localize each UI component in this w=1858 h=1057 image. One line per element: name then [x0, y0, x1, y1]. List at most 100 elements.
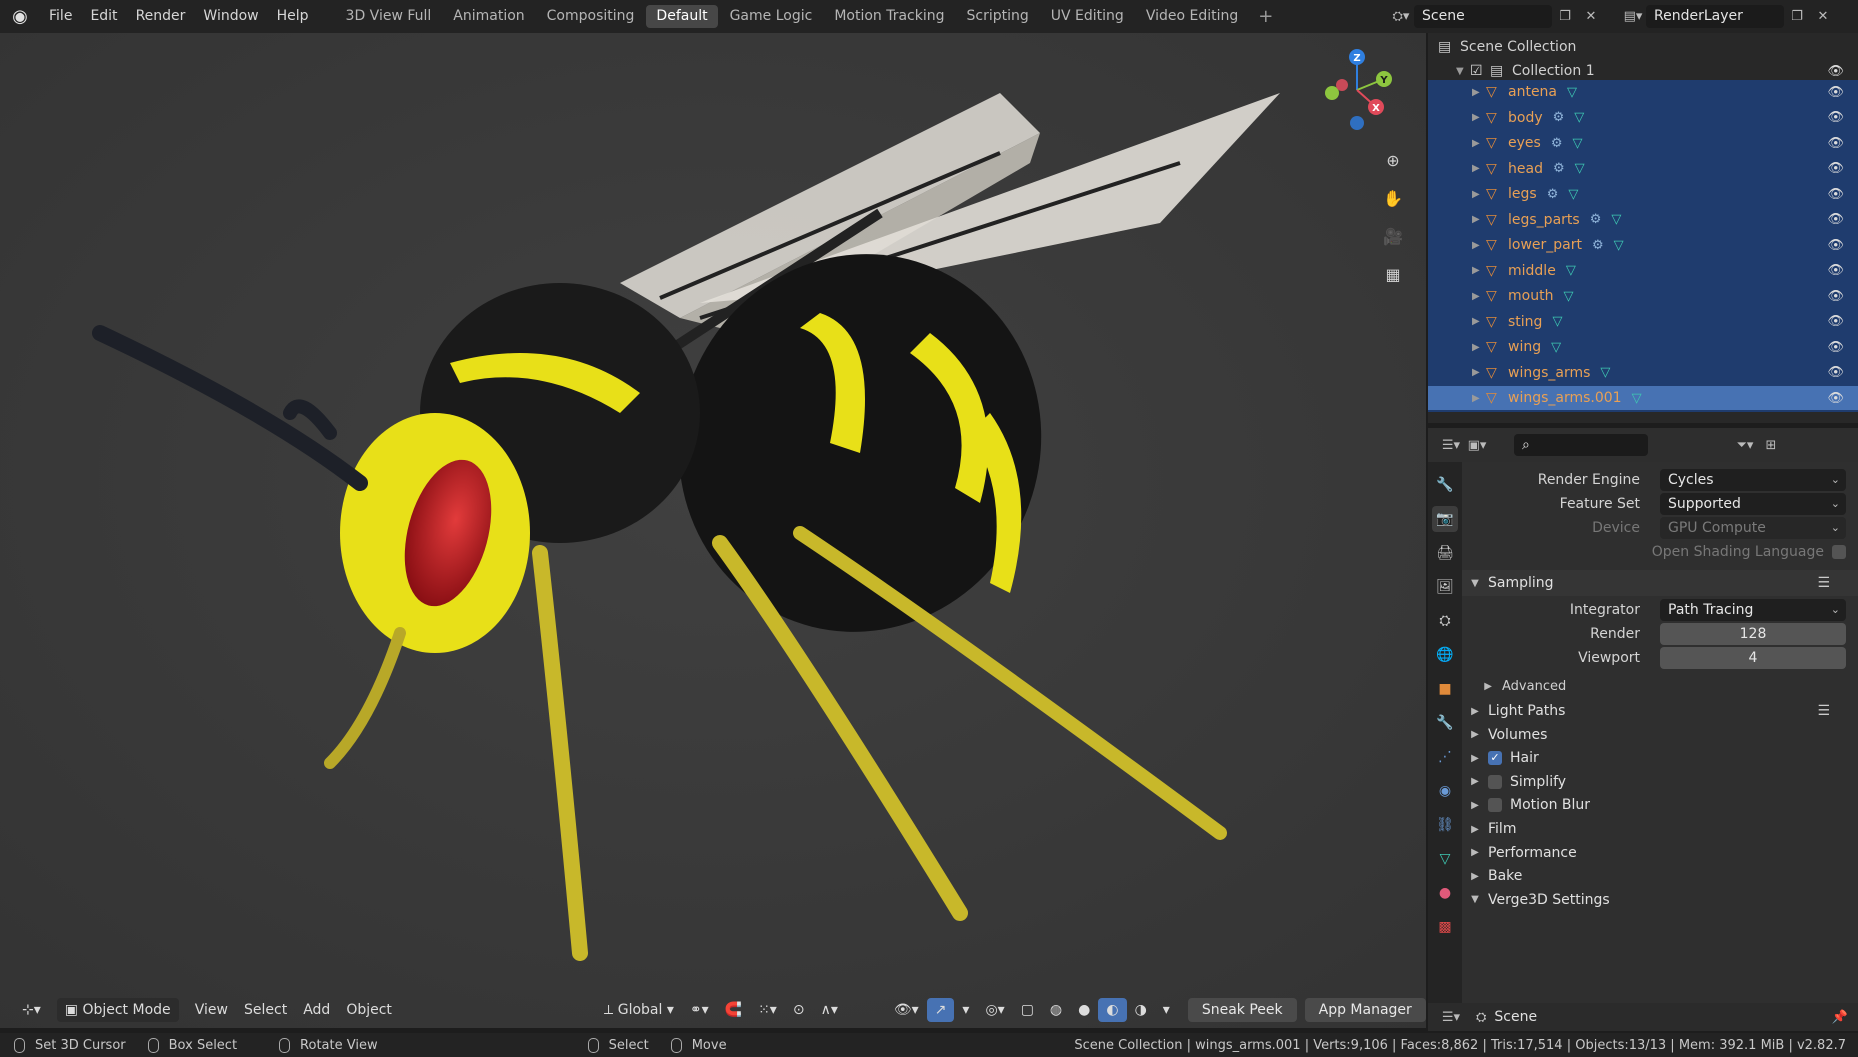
mesh-data-icon[interactable]: ▽ — [1611, 212, 1621, 227]
outliner-object-row[interactable]: ▶ ▽ wings_arms.001 ▽ 👁 — [1428, 386, 1858, 410]
eye-icon[interactable]: 👁 — [1827, 85, 1844, 100]
panel-light-paths[interactable]: ▶ Light Paths ☰ — [1462, 698, 1858, 724]
modifier-icon[interactable]: ⚙ — [1551, 136, 1563, 151]
tab-video-editing[interactable]: Video Editing — [1136, 5, 1248, 28]
view-layer-tab-icon[interactable]: 🖼 — [1432, 574, 1458, 600]
modifier-icon[interactable]: ⚙ — [1590, 212, 1602, 227]
menu-render[interactable]: Render — [127, 0, 195, 33]
modifier-icon[interactable]: ⚙ — [1553, 161, 1565, 176]
mesh-data-icon[interactable]: ▽ — [1551, 340, 1561, 355]
delete-view-layer-icon[interactable]: ✕ — [1810, 5, 1836, 28]
viewport-menu-object[interactable]: Object — [338, 998, 400, 1022]
scene-browse-icon[interactable]: ⛭▾ — [1388, 5, 1414, 28]
gizmo-toggle-icon[interactable]: ↗ — [926, 998, 955, 1022]
panel-hair[interactable]: ▶ ✓ Hair — [1462, 745, 1858, 771]
sneak-peek-button[interactable]: Sneak Peek — [1187, 998, 1297, 1022]
mesh-data-icon[interactable]: ▽ — [1563, 289, 1573, 304]
tab-game-logic[interactable]: Game Logic — [720, 5, 823, 28]
tab-motion-tracking[interactable]: Motion Tracking — [824, 5, 954, 28]
editor-type-icon[interactable]: ☰▾ — [1438, 1006, 1464, 1029]
eye-icon[interactable]: 👁 — [1827, 161, 1844, 176]
visibility-icon[interactable]: 👁▾ — [886, 998, 927, 1022]
eye-icon[interactable]: 👁 — [1827, 238, 1844, 253]
expand-right-icon[interactable]: ▶ — [1472, 214, 1486, 225]
app-manager-button[interactable]: App Manager — [1304, 998, 1426, 1022]
menu-file[interactable]: File — [40, 0, 81, 33]
panel-bake[interactable]: ▶ Bake — [1462, 863, 1858, 889]
camera-view-icon[interactable]: 🎥 — [1378, 221, 1408, 251]
mesh-data-icon[interactable]: ▽ — [1575, 161, 1585, 176]
panel-checkbox[interactable] — [1488, 798, 1502, 813]
panel-volumes[interactable]: ▶ Volumes — [1462, 722, 1858, 748]
view-layer-browse-icon[interactable]: ▤▾ — [1620, 5, 1646, 28]
expand-right-icon[interactable]: ▶ — [1472, 265, 1486, 276]
tab-uv-editing[interactable]: UV Editing — [1041, 5, 1134, 28]
properties-search-input[interactable]: ⌕ — [1514, 434, 1648, 456]
outliner-object-row[interactable]: ▶ ▽ eyes ⚙ ▽ 👁 — [1428, 131, 1858, 155]
texture-tab-icon[interactable]: ▩ — [1432, 914, 1458, 940]
scene-name-field[interactable]: Scene — [1414, 5, 1552, 28]
constraints-tab-icon[interactable]: ⛓ — [1432, 812, 1458, 838]
world-tab-icon[interactable]: 🌐 — [1432, 642, 1458, 668]
snap-target-icon[interactable]: ⁙▾ — [750, 998, 785, 1022]
rendered-shading-icon[interactable]: ◑ — [1127, 998, 1155, 1022]
mode-selector[interactable]: ▣ Object Mode ▾ — [56, 998, 179, 1028]
expand-right-icon[interactable]: ▶ — [1472, 393, 1486, 404]
menu-help[interactable]: Help — [268, 0, 318, 33]
device-dropdown[interactable]: GPU Compute ⌄ — [1660, 517, 1846, 539]
panel-checkbox[interactable] — [1488, 774, 1502, 789]
feature-set-dropdown[interactable]: Supported ⌄ — [1660, 493, 1846, 515]
tab-3d-view-full[interactable]: 3D View Full — [336, 5, 442, 28]
gizmo-neg-x[interactable] — [1336, 79, 1348, 91]
viewport-menu-select[interactable]: Select — [236, 998, 295, 1022]
modifier-icon[interactable]: ⚙ — [1547, 187, 1559, 202]
outliner-object-row[interactable]: ▶ ▽ middle ▽ 👁 — [1428, 259, 1858, 283]
viewport-menu-add[interactable]: Add — [295, 998, 338, 1022]
eye-icon[interactable]: 👁 — [1827, 365, 1844, 380]
expand-right-icon[interactable]: ▶ — [1472, 87, 1486, 98]
filter-icon[interactable]: ⏷▾ — [1732, 434, 1758, 457]
expand-right-icon[interactable]: ▶ — [1472, 138, 1486, 149]
outliner-object-row[interactable]: ▶ ▽ mouth ▽ 👁 — [1428, 284, 1858, 308]
integrator-dropdown[interactable]: Path Tracing ⌄ — [1660, 599, 1846, 621]
preset-list-icon[interactable]: ☰ — [1817, 703, 1830, 719]
collection-expand-icon[interactable]: ▼ — [1456, 66, 1470, 77]
panel-verge3d-settings[interactable]: ▼ Verge3D Settings — [1462, 887, 1858, 913]
wireframe-shading-icon[interactable]: ◍ — [1042, 998, 1070, 1022]
expand-right-icon[interactable]: ▶ — [1472, 342, 1486, 353]
eye-icon[interactable]: 👁 — [1827, 289, 1844, 304]
editor-type-icon[interactable]: ⊹▾ — [14, 998, 49, 1022]
expand-right-icon[interactable]: ▶ — [1472, 163, 1486, 174]
eye-icon[interactable]: 👁 — [1827, 136, 1844, 151]
expand-right-icon[interactable]: ▶ — [1472, 189, 1486, 200]
mesh-data-icon[interactable]: ▽ — [1600, 365, 1610, 380]
outliner-object-row[interactable]: ▶ ▽ lower_part ⚙ ▽ 👁 — [1428, 233, 1858, 257]
mesh-data-tab-icon[interactable]: ▽ — [1432, 846, 1458, 872]
editor-type-icon[interactable]: ☰▾ — [1438, 434, 1464, 457]
collection-checkbox[interactable]: ☑ — [1470, 63, 1490, 79]
panel-motion-blur[interactable]: ▶ Motion Blur — [1462, 792, 1858, 818]
pivot-icon[interactable]: ⚭▾ — [682, 998, 717, 1022]
tab-compositing[interactable]: Compositing — [537, 5, 645, 28]
modifier-tab-icon[interactable]: 🔧 — [1432, 710, 1458, 736]
tab-scripting[interactable]: Scripting — [957, 5, 1039, 28]
new-scene-icon[interactable]: ❐ — [1552, 5, 1578, 28]
panel-performance[interactable]: ▶ Performance — [1462, 840, 1858, 866]
mesh-data-icon[interactable]: ▽ — [1614, 238, 1624, 253]
falloff-icon[interactable]: ∧▾ — [813, 998, 846, 1022]
mesh-data-icon[interactable]: ▽ — [1632, 391, 1642, 406]
mesh-data-icon[interactable]: ▽ — [1552, 314, 1562, 329]
mesh-data-icon[interactable]: ▽ — [1566, 263, 1576, 278]
outliner-object-row[interactable]: ▶ ▽ wings_arms ▽ 👁 — [1428, 361, 1858, 385]
add-workspace-icon[interactable]: + — [1250, 6, 1281, 27]
3d-viewport[interactable]: Z Y X ⊕ ✋ 🎥 ▦ ⊹▾ ▣ Object Mode ▾ ViewSel… — [0, 33, 1426, 1028]
viewport-samples-field[interactable]: 4 — [1660, 647, 1846, 669]
eye-icon[interactable]: 👁 — [1827, 110, 1844, 125]
blender-logo-icon[interactable]: ◉ — [0, 0, 40, 33]
xray-icon[interactable]: ▢ — [1013, 998, 1042, 1022]
panel-simplify[interactable]: ▶ Simplify — [1462, 769, 1858, 795]
scene-tab-icon[interactable]: ⛭ — [1432, 608, 1458, 634]
proportional-edit-icon[interactable]: ⊙ — [785, 998, 813, 1022]
display-mode-icon[interactable]: ▣▾ — [1464, 434, 1490, 457]
mesh-data-icon[interactable]: ▽ — [1574, 110, 1584, 125]
